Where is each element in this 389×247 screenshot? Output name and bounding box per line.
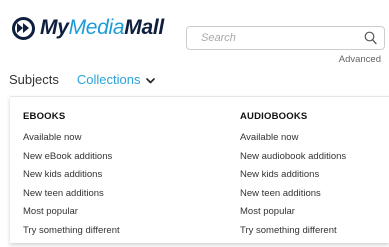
ebooks-column: EBOOKS Available now New eBook additions… [23, 111, 120, 240]
audiobooks-link-new-teen-additions[interactable]: New teen additions [240, 185, 346, 204]
audiobooks-column: AUDIOBOOKS Available now New audiobook a… [240, 111, 346, 240]
ebooks-link-try-something-different[interactable]: Try something different [23, 222, 120, 241]
chevron-down-icon [146, 72, 156, 87]
collections-dropdown: EBOOKS Available now New eBook additions… [10, 96, 389, 243]
ebooks-link-most-popular[interactable]: Most popular [23, 203, 120, 222]
search-input[interactable] [187, 27, 347, 49]
audiobooks-link-most-popular[interactable]: Most popular [240, 203, 346, 222]
ebooks-link-available-now[interactable]: Available now [23, 129, 120, 148]
audiobooks-link-try-something-different[interactable]: Try something different [240, 222, 346, 241]
nav-subjects[interactable]: Subjects [9, 72, 59, 87]
audiobooks-heading: AUDIOBOOKS [240, 111, 308, 122]
search-box [186, 26, 385, 50]
audiobooks-link-new-audiobook-additions[interactable]: New audiobook additions [240, 148, 346, 167]
nav-collections[interactable]: Collections [77, 72, 156, 87]
advanced-search-link[interactable]: Advanced [339, 54, 381, 65]
ebooks-heading: EBOOKS [23, 111, 66, 122]
main-nav: Subjects Collections [9, 72, 156, 87]
brand-logo[interactable]: MyMediaMall [12, 16, 164, 40]
audiobooks-link-available-now[interactable]: Available now [240, 129, 346, 148]
search-icon[interactable] [364, 31, 377, 50]
audiobooks-link-new-kids-additions[interactable]: New kids additions [240, 166, 346, 185]
nav-collections-label: Collections [76, 72, 141, 87]
brand-name: MyMediaMall [40, 16, 164, 39]
ebooks-link-new-ebook-additions[interactable]: New eBook additions [23, 148, 120, 167]
fast-forward-circle-icon [12, 16, 35, 40]
ebooks-link-new-teen-additions[interactable]: New teen additions [23, 185, 120, 204]
ebooks-link-new-kids-additions[interactable]: New kids additions [23, 166, 120, 185]
